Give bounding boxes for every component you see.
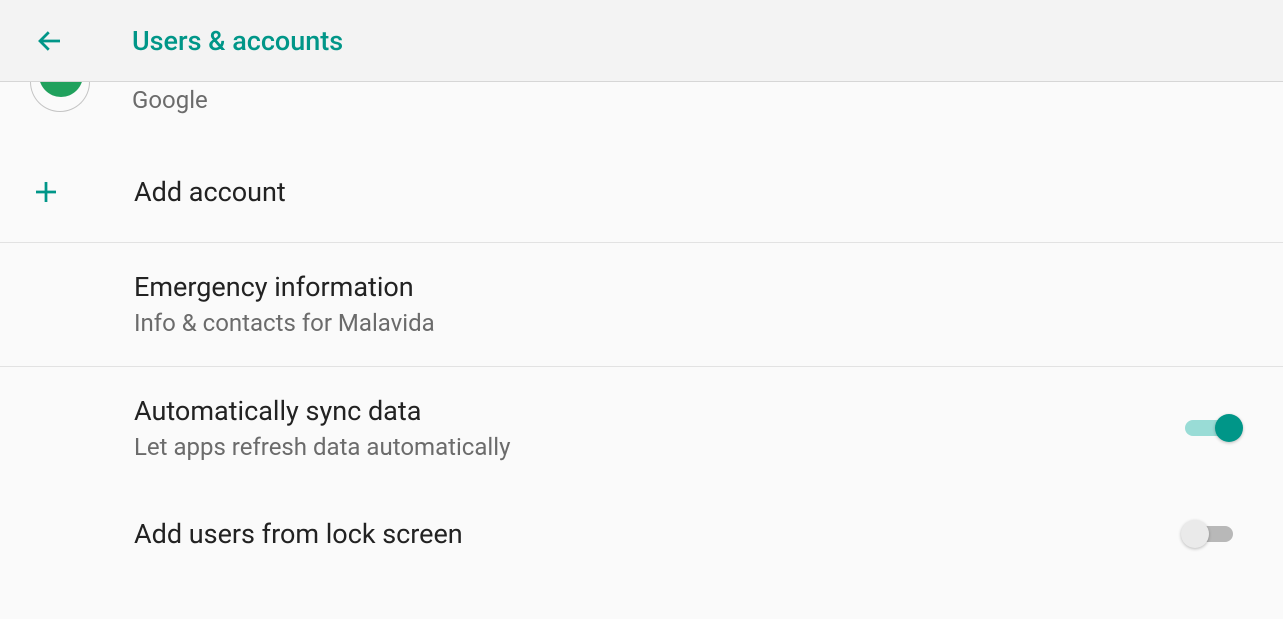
content: Google Add account Emergency information… [0,82,1283,570]
account-provider-label: Google [132,86,208,114]
add-account-item[interactable]: Add account [0,142,1283,242]
toolbar: Users & accounts [0,0,1283,82]
auto-sync-title: Automatically sync data [134,393,1185,429]
add-account-label: Add account [134,176,286,208]
emergency-info-item[interactable]: Emergency information Info & contacts fo… [0,243,1283,366]
emergency-info-title: Emergency information [134,269,1251,305]
auto-sync-subtitle: Let apps refresh data automatically [134,431,1185,463]
plus-icon [30,176,62,208]
account-item[interactable]: Google [0,82,1283,142]
auto-sync-toggle[interactable] [1185,412,1239,444]
toolbar-title: Users & accounts [132,25,343,57]
back-arrow-icon[interactable] [32,23,68,59]
account-avatar-icon [30,82,90,112]
lock-screen-users-item[interactable]: Add users from lock screen [0,490,1283,570]
emergency-info-subtitle: Info & contacts for Malavida [134,307,1251,339]
lock-screen-users-title: Add users from lock screen [134,516,1185,552]
auto-sync-item[interactable]: Automatically sync data Let apps refresh… [0,367,1283,490]
lock-screen-users-toggle[interactable] [1185,518,1239,550]
